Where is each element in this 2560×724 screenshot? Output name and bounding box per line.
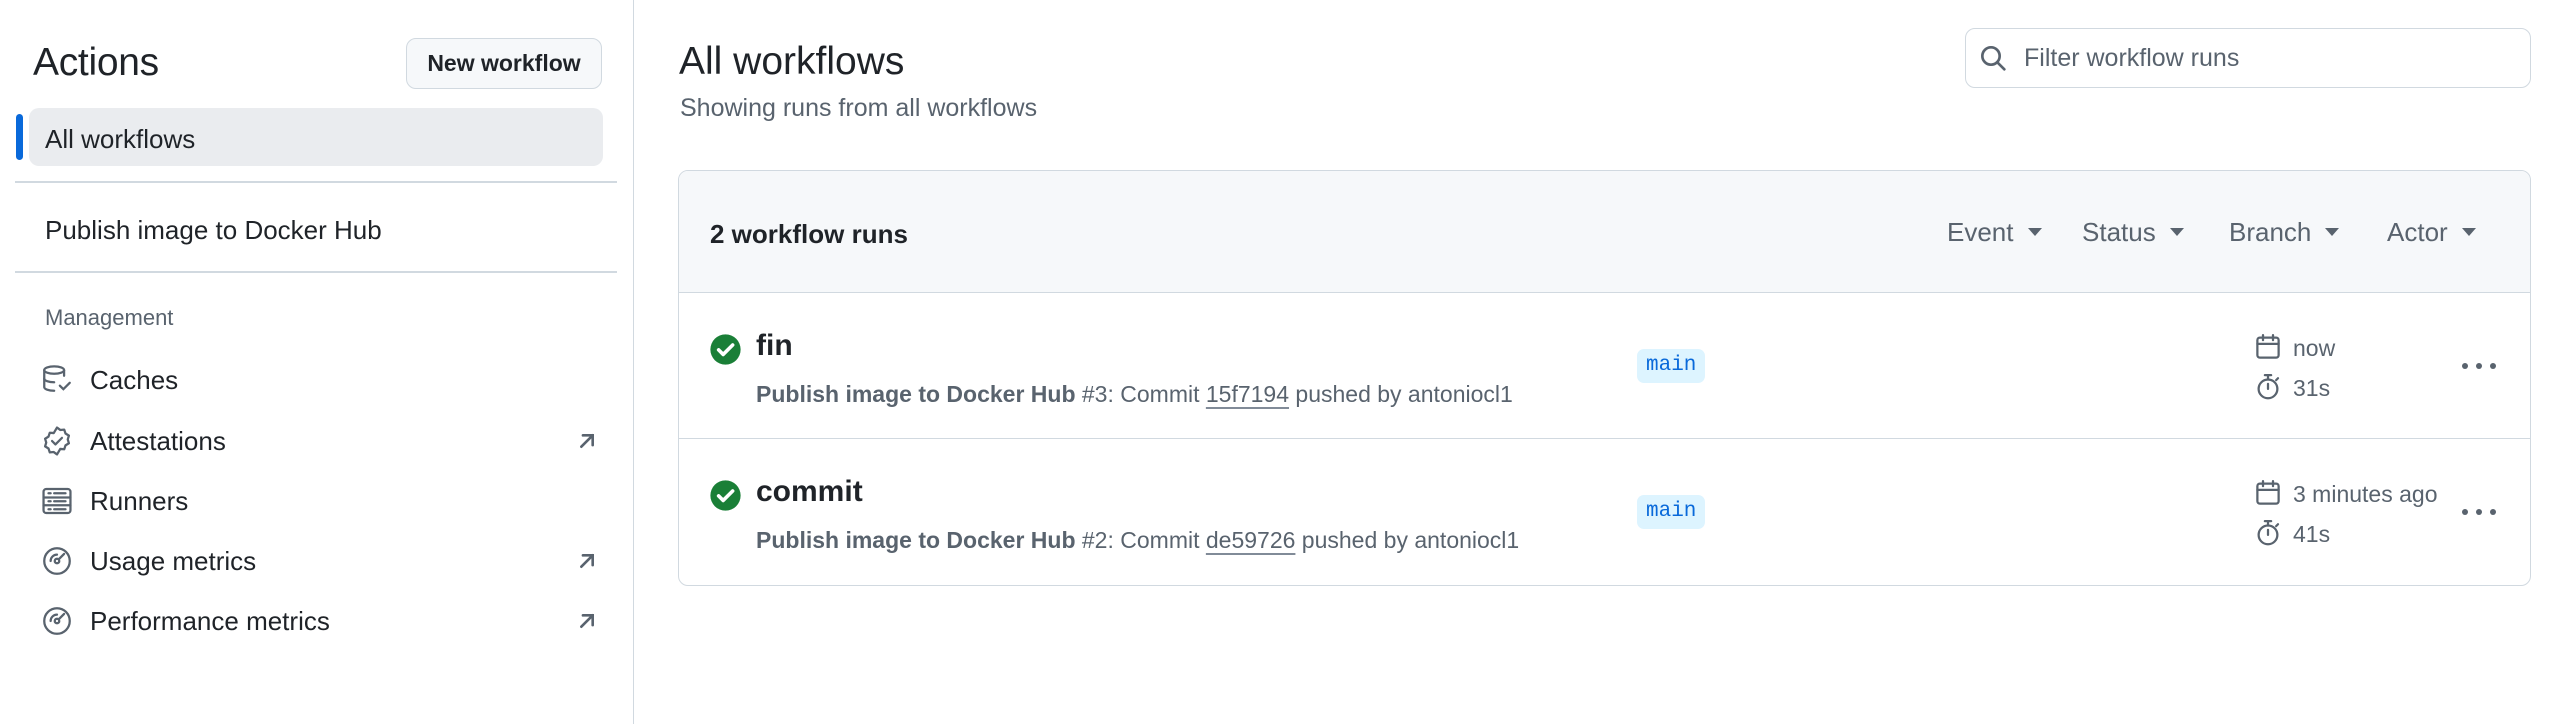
divider — [15, 271, 617, 273]
pushed-by: pushed by antoniocl1 — [1289, 381, 1513, 407]
pushed-by: pushed by antoniocl1 — [1295, 527, 1520, 553]
filter-label: Status — [2082, 217, 2156, 247]
run-number: #3: Commit — [1075, 381, 1206, 407]
run-duration-value: 41s — [2293, 521, 2331, 547]
commit-link[interactable]: 15f7194 — [1206, 381, 1289, 407]
link-external-icon — [580, 614, 594, 628]
sidebar-title: Actions — [33, 41, 159, 84]
sidebar-item-attestations[interactable]: Attestations — [40, 417, 600, 465]
workflow-runs-box: 2 workflow runs Event Status Branch Acto… — [678, 170, 2531, 586]
kebab-menu-button[interactable] — [2459, 349, 2499, 383]
sidebar-item-label[interactable]: All workflows — [45, 124, 195, 155]
event-filter-dropdown[interactable]: Event — [1947, 217, 2042, 248]
server-icon — [42, 487, 72, 515]
check-circle-fill-icon — [710, 334, 741, 365]
sidebar-item-label: Caches — [90, 365, 179, 395]
stopwatch-icon — [2257, 374, 2280, 400]
sidebar-item-performance-metrics[interactable]: Performance metrics — [40, 597, 600, 645]
sidebar-item-publish-image[interactable]: Publish image to Docker Hub — [45, 215, 382, 246]
run-title-link[interactable]: fin — [756, 329, 793, 363]
status-filter-dropdown[interactable]: Status — [2082, 217, 2184, 248]
workflow-run-row: commit Publish image to Docker Hub #2: C… — [679, 439, 2530, 585]
link-external-icon — [580, 554, 594, 568]
new-workflow-button[interactable]: New workflow — [406, 38, 602, 89]
run-meta: Publish image to Docker Hub #3: Commit 1… — [756, 381, 1513, 408]
kebab-menu-button[interactable] — [2459, 495, 2499, 529]
triangle-down-icon — [2169, 228, 2184, 237]
meter-icon — [43, 547, 71, 575]
run-duration-value: 31s — [2293, 375, 2331, 401]
verified-badge-icon — [43, 426, 71, 456]
sidebar-item-label: Attestations — [90, 426, 226, 456]
branch-label[interactable]: main — [1637, 349, 1706, 383]
runs-header: 2 workflow runs Event Status Branch Acto… — [679, 171, 2530, 293]
run-meta: Publish image to Docker Hub #2: Commit d… — [756, 527, 1519, 554]
triangle-down-icon — [2461, 228, 2476, 237]
sidebar-item-caches[interactable]: Caches — [40, 356, 600, 404]
runs-count: 2 workflow runs — [710, 219, 908, 249]
kebab-dot — [2476, 509, 2482, 515]
kebab-dot — [2490, 363, 2496, 369]
filter-runs-input[interactable] — [2024, 36, 2514, 80]
workflow-name: Publish image to Docker Hub — [756, 527, 1076, 553]
divider — [15, 181, 617, 183]
sidebar-item-usage-metrics[interactable]: Usage metrics — [40, 537, 600, 585]
kebab-dot — [2462, 363, 2468, 369]
search-icon — [1981, 46, 2006, 71]
kebab-dot — [2462, 509, 2468, 515]
active-indicator — [16, 114, 23, 160]
workflow-name: Publish image to Docker Hub — [756, 381, 1076, 407]
triangle-down-icon — [2027, 228, 2042, 237]
database-icon — [43, 365, 71, 392]
sidebar: Actions New workflow All workflows Publi… — [0, 0, 634, 724]
run-title-link[interactable]: commit — [756, 475, 863, 509]
stopwatch-icon — [2257, 520, 2280, 546]
actor-filter-dropdown[interactable]: Actor — [2387, 217, 2476, 248]
triangle-down-icon — [2325, 228, 2340, 237]
page-title: All workflows — [679, 40, 905, 83]
check-circle-fill-icon — [710, 480, 741, 511]
sidebar-item-runners[interactable]: Runners — [40, 477, 600, 525]
run-when: 3 minutes ago — [2293, 481, 2438, 507]
link-external-icon — [580, 434, 594, 448]
calendar-icon — [2256, 480, 2280, 505]
filter-label: Branch — [2229, 217, 2312, 247]
management-heading: Management — [45, 305, 174, 330]
calendar-icon — [2256, 334, 2280, 359]
filter-label: Event — [1947, 217, 2014, 247]
meter-icon — [43, 607, 71, 635]
branch-filter-dropdown[interactable]: Branch — [2229, 217, 2340, 248]
kebab-dot — [2476, 363, 2482, 369]
page-subtitle: Showing runs from all workflows — [680, 94, 1038, 122]
kebab-dot — [2490, 509, 2496, 515]
run-number: #2: Commit — [1075, 527, 1206, 553]
filter-label: Actor — [2387, 217, 2448, 247]
sidebar-item-label: Usage metrics — [90, 546, 257, 576]
sidebar-item-label: Runners — [90, 486, 189, 516]
branch-label[interactable]: main — [1637, 495, 1706, 529]
run-when: now — [2293, 335, 2336, 361]
sidebar-item-label: Performance metrics — [90, 606, 330, 636]
commit-link[interactable]: de59726 — [1206, 527, 1296, 553]
workflow-run-row: fin Publish image to Docker Hub #3: Comm… — [679, 293, 2530, 439]
